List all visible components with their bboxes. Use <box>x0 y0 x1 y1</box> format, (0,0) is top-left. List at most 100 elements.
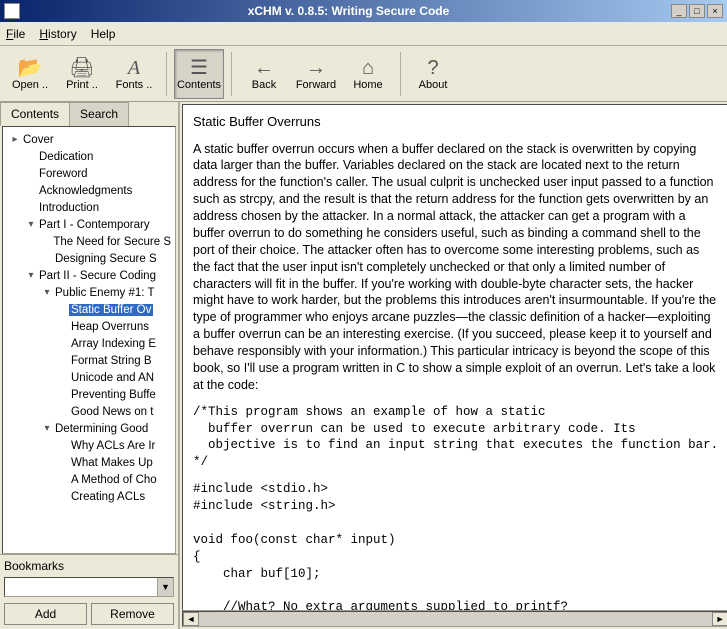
expand-closed-icon[interactable]: ▸ <box>9 134 21 145</box>
print-icon: 🖨 <box>69 57 94 79</box>
bookmark-add-button[interactable]: Add <box>4 603 87 625</box>
tree-item[interactable]: Unicode and AN <box>5 369 173 386</box>
menu-help[interactable]: Help <box>91 27 116 41</box>
tree-item[interactable]: Introduction <box>5 199 173 216</box>
tree-item-label: Static Buffer Ov <box>69 304 153 316</box>
tree-item[interactable]: Array Indexing E <box>5 335 173 352</box>
chevron-down-icon[interactable]: ▼ <box>157 578 173 596</box>
about-icon: ? <box>427 57 438 79</box>
tree-item-label: A Method of Cho <box>69 474 159 486</box>
home-button[interactable]: ⌂Home <box>343 49 393 99</box>
back-icon: ← <box>254 57 274 79</box>
tree-item[interactable]: Dedication <box>5 148 173 165</box>
tree-item-label: Public Enemy #1: T <box>53 287 157 299</box>
tree-item[interactable]: ▾Public Enemy #1: T <box>5 284 173 301</box>
scroll-left-icon[interactable]: ◄ <box>183 612 199 626</box>
page-paragraph: A static buffer overrun occurs when a bu… <box>193 141 718 394</box>
tree-item[interactable]: Designing Secure S <box>5 250 173 267</box>
minimize-button[interactable]: _ <box>671 4 687 18</box>
sidebar-tabs: Contents Search <box>0 102 178 126</box>
menubar: File History Help <box>0 22 727 46</box>
toolbar-separator <box>400 52 401 96</box>
tree-item[interactable]: Why ACLs Are Ir <box>5 437 173 454</box>
tree-item[interactable]: Format String B <box>5 352 173 369</box>
toolbar-separator <box>166 52 167 96</box>
print-button[interactable]: 🖨Print .. <box>57 49 107 99</box>
tree-item[interactable]: ▾Determining Good <box>5 420 173 437</box>
code-block: #include <stdio.h> #include <string.h> v… <box>193 481 718 611</box>
contents-button[interactable]: ☰Contents <box>174 49 224 99</box>
bookmark-remove-button[interactable]: Remove <box>91 603 174 625</box>
tree-item[interactable]: ▾Part I - Contemporary <box>5 216 173 233</box>
content-panel: Static Buffer Overruns A static buffer o… <box>180 102 727 629</box>
tree-item-label: Designing Secure S <box>53 253 159 265</box>
code-block: /*This program shows an example of how a… <box>193 404 718 472</box>
toolbar: 📂Open .. 🖨Print .. AFonts .. ☰Contents ←… <box>0 46 727 102</box>
tree-item-label: Foreword <box>37 168 90 180</box>
tree-item[interactable]: Acknowledgments <box>5 182 173 199</box>
open-icon: 📂 <box>18 57 43 79</box>
tree-item[interactable]: Creating ACLs <box>5 488 173 505</box>
sidebar: Contents Search ▸Cover Dedication Foreword… <box>0 102 180 629</box>
tab-contents[interactable]: Contents <box>0 102 70 126</box>
tree-item-label: Why ACLs Are Ir <box>69 440 157 452</box>
tree-item[interactable]: ▾Part II - Secure Coding <box>5 267 173 284</box>
back-button[interactable]: ←Back <box>239 49 289 99</box>
content-viewer[interactable]: Static Buffer Overruns A static buffer o… <box>182 104 727 611</box>
tree-item-label: The Need for Secure S <box>51 236 173 248</box>
fonts-icon: A <box>128 57 140 79</box>
tree-item-label: Good News on t <box>69 406 155 418</box>
menu-history[interactable]: History <box>39 27 76 41</box>
tree-item[interactable]: Good News on t <box>5 403 173 420</box>
tree-item[interactable]: Heap Overruns <box>5 318 173 335</box>
tree-item[interactable]: Foreword <box>5 165 173 182</box>
tree-item-label: Array Indexing E <box>69 338 158 350</box>
tree-item-label: Acknowledgments <box>37 185 134 197</box>
titlebar: xCHM v. 0.8.5: Writing Secure Code _ □ × <box>0 0 727 22</box>
page-heading: Static Buffer Overruns <box>193 113 718 131</box>
tree-item-label: Part II - Secure Coding <box>37 270 158 282</box>
scroll-right-icon[interactable]: ► <box>712 612 727 626</box>
about-button[interactable]: ?About <box>408 49 458 99</box>
bookmarks-combo[interactable]: ▼ <box>4 577 174 597</box>
main-area: Contents Search ▸Cover Dedication Foreword… <box>0 102 727 629</box>
expand-open-icon[interactable]: ▾ <box>41 423 53 434</box>
tree-item[interactable]: Preventing Buffe <box>5 386 173 403</box>
menu-file[interactable]: File <box>6 27 25 41</box>
tree-item-label: Dedication <box>37 151 95 163</box>
tree-item-label: What Makes Up <box>69 457 155 469</box>
tree-view[interactable]: ▸Cover Dedication Foreword Acknowledgments I… <box>2 126 176 554</box>
tab-search[interactable]: Search <box>69 102 129 126</box>
tree-item-label: Cover <box>21 134 56 146</box>
tree-item-label: Part I - Contemporary <box>37 219 152 231</box>
forward-icon: → <box>306 57 326 79</box>
toolbar-separator <box>231 52 232 96</box>
horizontal-scrollbar[interactable]: ◄ ► <box>182 611 727 627</box>
tree-item-label: Introduction <box>37 202 101 214</box>
tree-item-label: Unicode and AN <box>69 372 156 384</box>
expand-open-icon[interactable]: ▾ <box>25 219 37 230</box>
contents-icon: ☰ <box>190 57 208 79</box>
app-icon <box>4 3 20 19</box>
expand-open-icon[interactable]: ▾ <box>25 270 37 281</box>
bookmarks-label: Bookmarks <box>4 559 174 573</box>
open-button[interactable]: 📂Open .. <box>5 49 55 99</box>
forward-button[interactable]: →Forward <box>291 49 341 99</box>
tree-item[interactable]: Static Buffer Ov <box>5 301 173 318</box>
home-icon: ⌂ <box>362 57 374 79</box>
tree-item[interactable]: A Method of Cho <box>5 471 173 488</box>
close-button[interactable]: × <box>707 4 723 18</box>
expand-open-icon[interactable]: ▾ <box>41 287 53 298</box>
tree-item[interactable]: The Need for Secure S <box>5 233 173 250</box>
tree-item-label: Preventing Buffe <box>69 389 158 401</box>
window-title: xCHM v. 0.8.5: Writing Secure Code <box>26 4 671 18</box>
window-buttons: _ □ × <box>671 4 723 18</box>
tree-item[interactable]: ▸Cover <box>5 131 173 148</box>
tree-item-label: Format String B <box>69 355 154 367</box>
tree-item[interactable]: What Makes Up <box>5 454 173 471</box>
maximize-button[interactable]: □ <box>689 4 705 18</box>
fonts-button[interactable]: AFonts .. <box>109 49 159 99</box>
tree-item-label: Heap Overruns <box>69 321 151 333</box>
tree-item-label: Determining Good <box>53 423 150 435</box>
bookmarks-panel: Bookmarks ▼ Add Remove <box>0 554 178 629</box>
